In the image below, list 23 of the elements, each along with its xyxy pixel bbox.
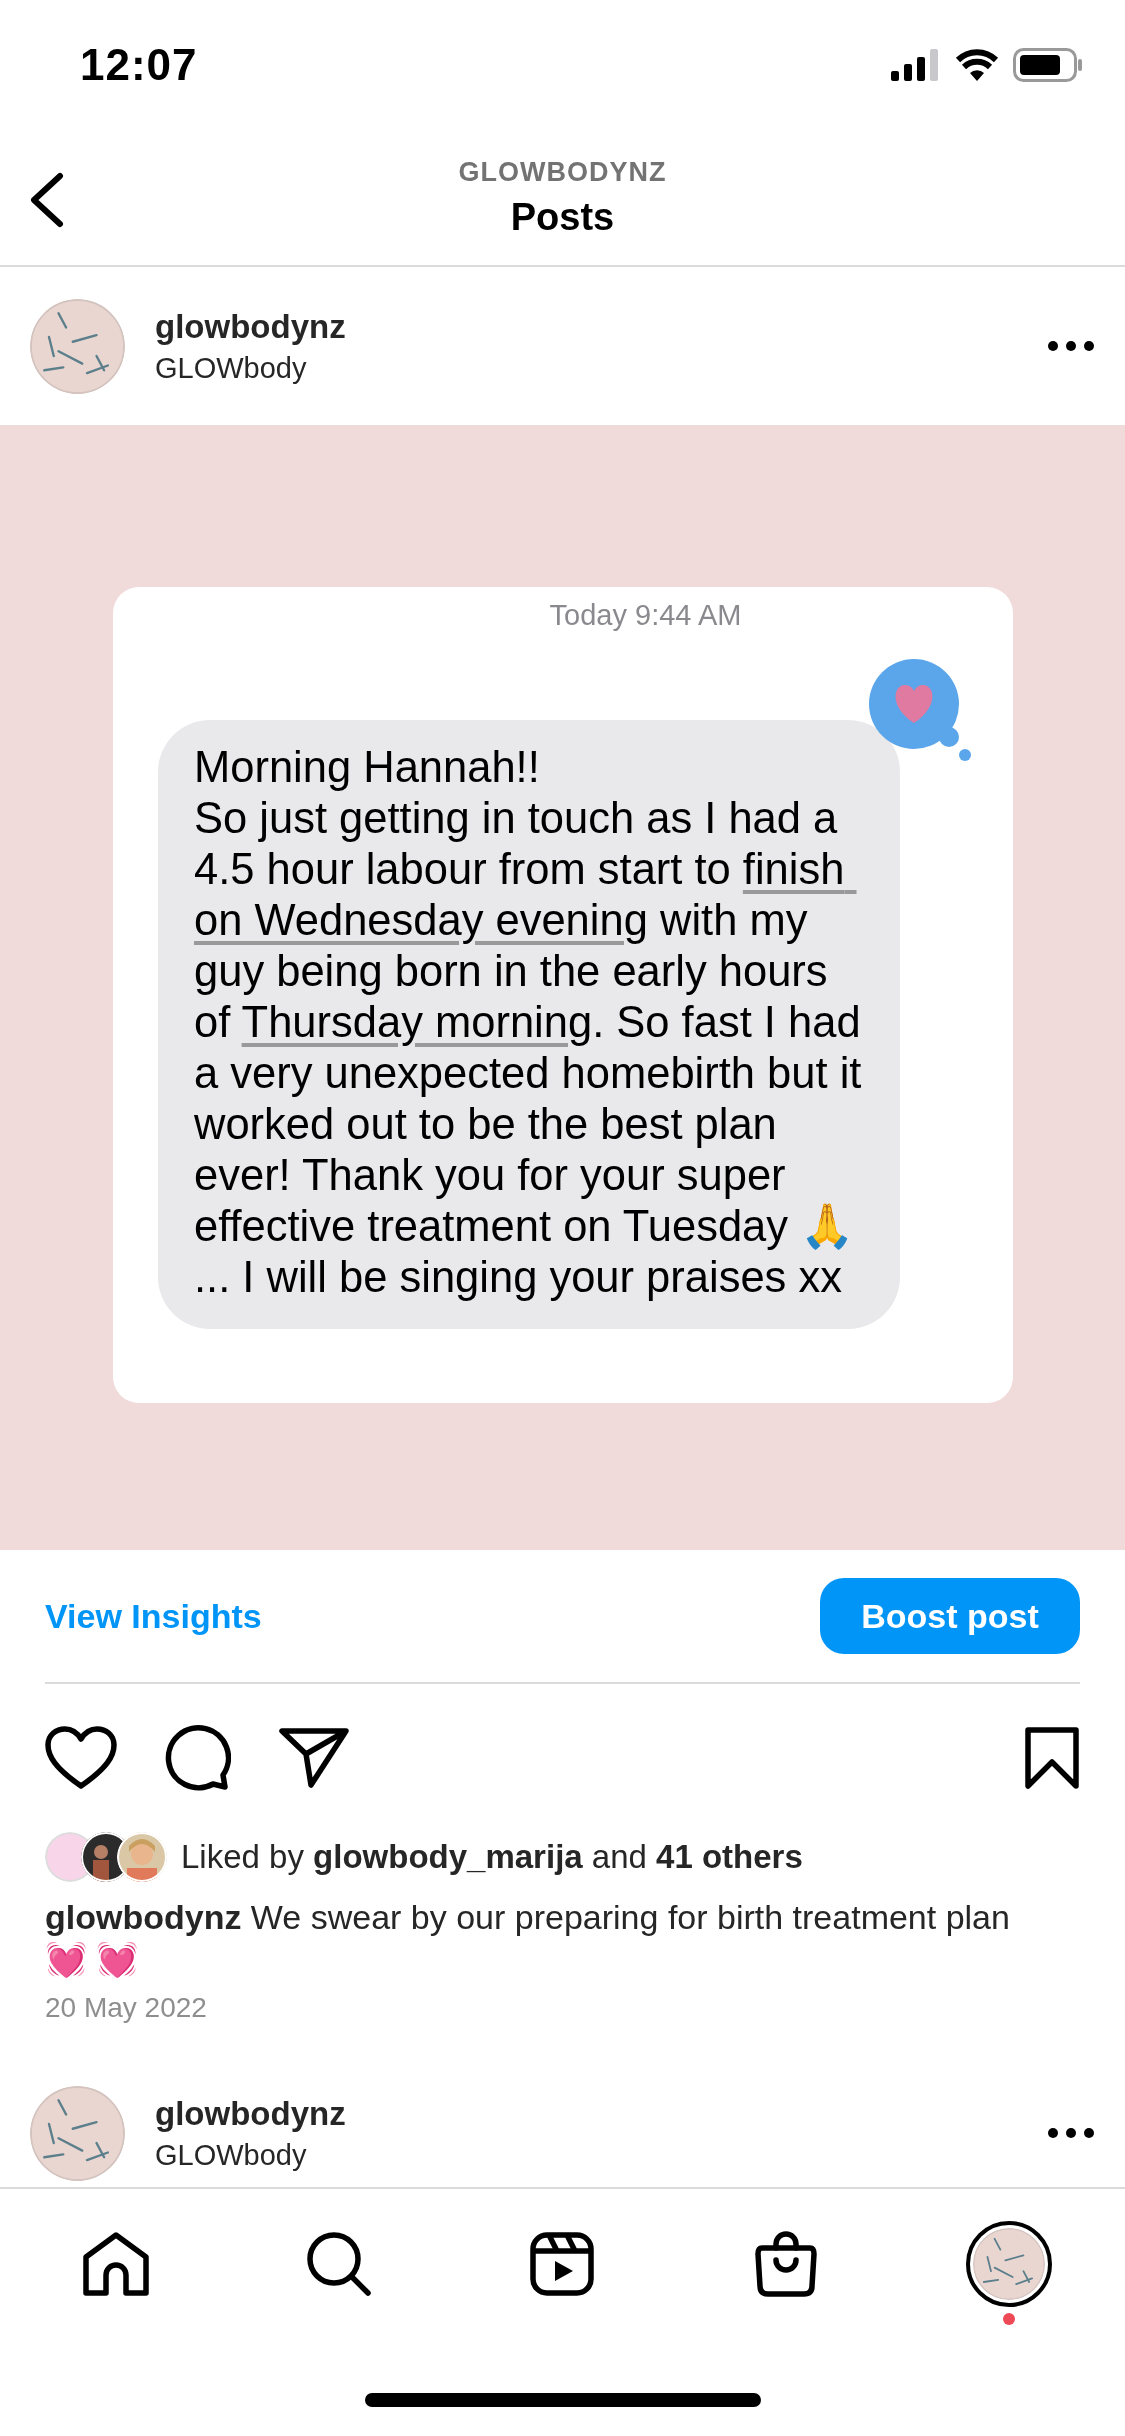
username[interactable]: glowbodynz bbox=[155, 2094, 1017, 2133]
comment-icon[interactable] bbox=[165, 1725, 231, 1791]
message-text: Morning Hannah!! So just getting in touch as I had a 4.5 hour labour from start to finish on Wednesday evening with my guy being born in the early hours of Thursday morning. So fast I had a very unexpected homebirth but it worked out to be the best plan ever! Thank you for your super effective treatment on Tuesday 🙏 ... I will be singing your praises xx bbox=[194, 742, 863, 1303]
more-icon[interactable] bbox=[1047, 2127, 1095, 2139]
more-icon[interactable] bbox=[1047, 340, 1095, 352]
message-timestamp: Today 9:44 AM bbox=[549, 599, 742, 632]
signal-icon bbox=[891, 49, 941, 81]
heart-reaction-icon bbox=[869, 659, 971, 761]
paper-plane-icon[interactable] bbox=[279, 1727, 349, 1789]
bookmark-icon[interactable] bbox=[1024, 1726, 1080, 1790]
username[interactable]: glowbodynz bbox=[155, 307, 1017, 346]
account-subtitle: GLOWbody bbox=[155, 2138, 308, 2172]
clock-time: 12:07 bbox=[80, 40, 198, 90]
account-name: GLOWBODYNZ bbox=[458, 156, 667, 188]
heart-icon[interactable] bbox=[45, 1726, 117, 1790]
likes-text: Liked by glowbody_marija and 41 others bbox=[181, 1838, 803, 1876]
battery-icon bbox=[1013, 48, 1083, 82]
wifi-icon bbox=[955, 49, 999, 81]
back-icon[interactable] bbox=[28, 172, 64, 228]
account-subtitle: GLOWbody bbox=[155, 351, 308, 385]
post-caption: glowbodynz We swear by our preparing for birth treatment plan 💓 💓 bbox=[45, 1897, 1011, 1980]
post-date: 20 May 2022 bbox=[45, 1992, 208, 2025]
page-title: Posts bbox=[510, 195, 615, 239]
